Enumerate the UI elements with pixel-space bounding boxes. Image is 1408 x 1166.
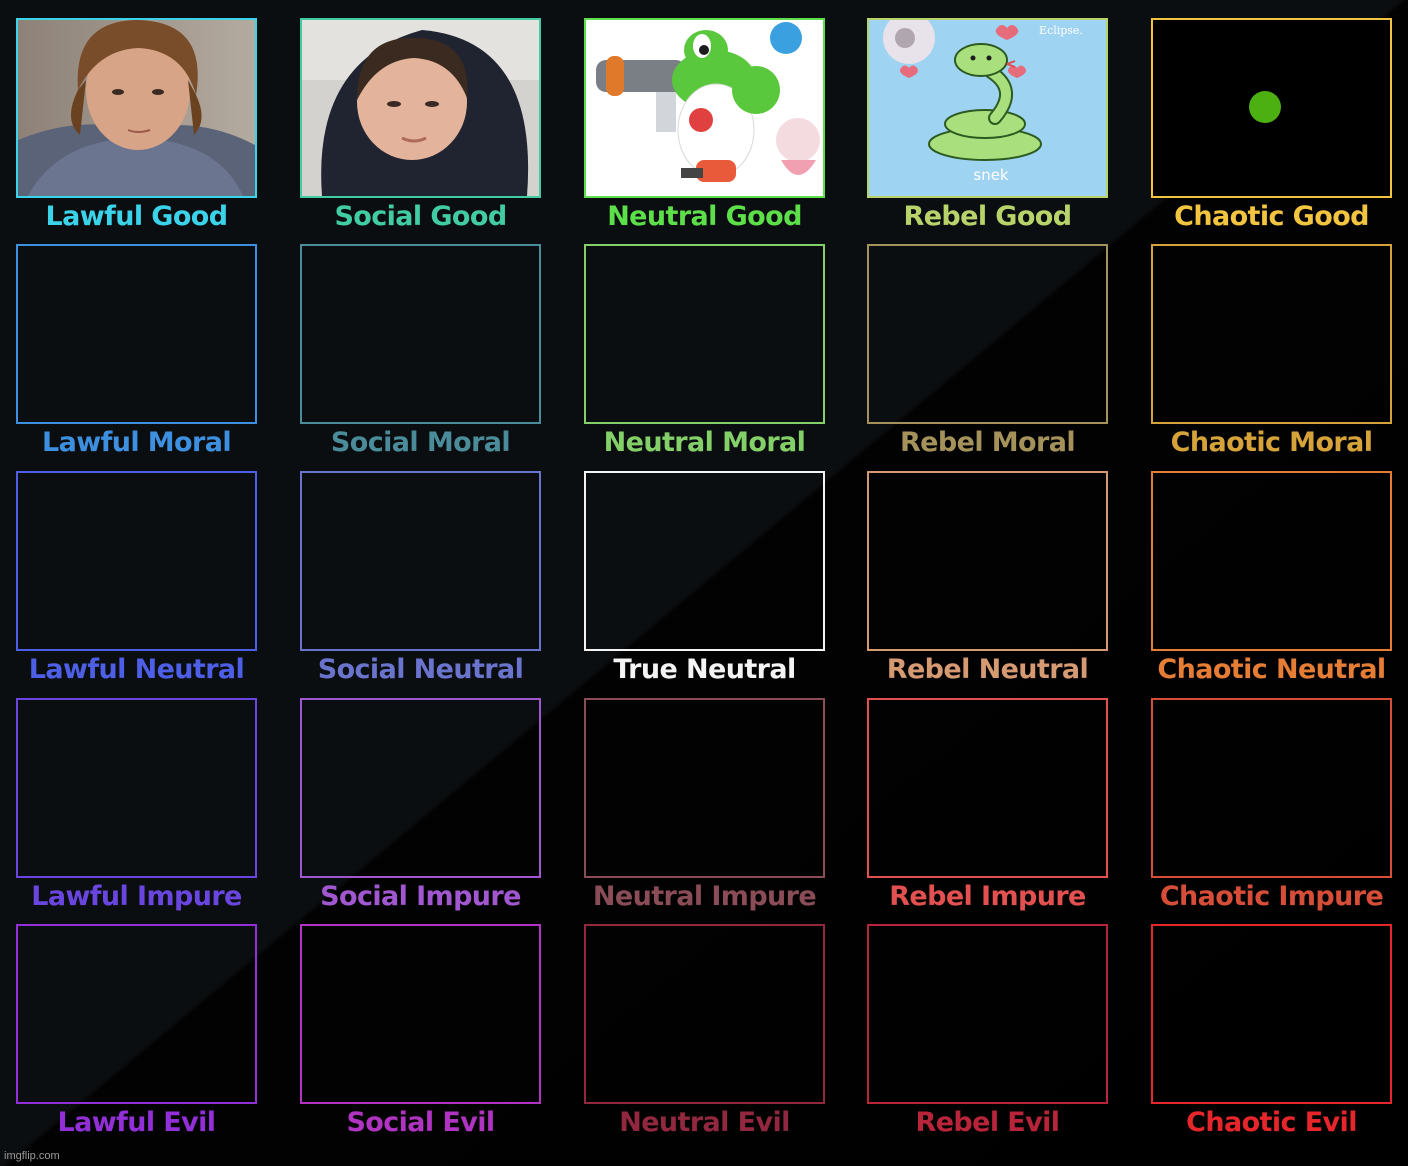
green-dot	[1153, 20, 1390, 196]
cell-neutral-evil	[584, 924, 825, 1104]
snek-drawing: Eclipse. snek	[869, 20, 1106, 196]
cell-rebel-good: Eclipse. snek	[867, 18, 1108, 198]
teen-face-photo	[18, 20, 255, 196]
label-chaotic-moral: Chaotic Moral	[1170, 427, 1373, 458]
cell-true-neutral	[584, 471, 825, 651]
cell-social-impure	[300, 698, 541, 878]
label-chaotic-impure: Chaotic Impure	[1159, 881, 1384, 912]
cell-rebel-neutral	[867, 471, 1108, 651]
cell-lawful-neutral	[16, 471, 257, 651]
cell-lawful-good	[16, 18, 257, 198]
label-lawful-evil: Lawful Evil	[57, 1107, 217, 1138]
label-chaotic-neutral: Chaotic Neutral	[1157, 654, 1386, 685]
cell-chaotic-moral	[1151, 244, 1392, 424]
label-lawful-moral: Lawful Moral	[42, 427, 232, 458]
cell-lawful-impure	[16, 698, 257, 878]
label-social-evil: Social Evil	[346, 1107, 495, 1138]
cell-social-good	[300, 18, 541, 198]
teen-hood-photo	[302, 20, 539, 196]
cell-social-neutral	[300, 471, 541, 651]
cell-rebel-moral	[867, 244, 1108, 424]
label-neutral-good: Neutral Good	[607, 201, 802, 232]
cell-social-evil	[300, 924, 541, 1104]
cell-lawful-evil	[16, 924, 257, 1104]
label-social-impure: Social Impure	[320, 881, 521, 912]
label-chaotic-evil: Chaotic Evil	[1186, 1107, 1357, 1138]
cell-rebel-impure	[867, 698, 1108, 878]
imgflip-watermark: imgflip.com	[4, 1150, 60, 1162]
label-social-neutral: Social Neutral	[317, 654, 524, 685]
label-social-good: Social Good	[334, 201, 507, 232]
snek-caption: snek	[973, 166, 1009, 184]
cell-social-moral	[300, 244, 541, 424]
label-rebel-neutral: Rebel Neutral	[886, 654, 1089, 685]
cell-chaotic-impure	[1151, 698, 1392, 878]
label-social-moral: Social Moral	[330, 427, 511, 458]
cell-neutral-good	[584, 18, 825, 198]
label-neutral-impure: Neutral Impure	[592, 881, 817, 912]
label-neutral-moral: Neutral Moral	[603, 427, 806, 458]
label-lawful-neutral: Lawful Neutral	[28, 654, 245, 685]
cell-lawful-moral	[16, 244, 257, 424]
green-dot-icon	[1249, 91, 1281, 123]
snek-title: Eclipse.	[1039, 24, 1083, 37]
label-neutral-evil: Neutral Evil	[619, 1107, 790, 1138]
label-rebel-good: Rebel Good	[903, 201, 1073, 232]
label-rebel-impure: Rebel Impure	[889, 881, 1086, 912]
yoshi-rabbid-artwork	[586, 20, 823, 196]
label-lawful-good: Lawful Good	[45, 201, 229, 232]
cell-neutral-moral	[584, 244, 825, 424]
cell-rebel-evil	[867, 924, 1108, 1104]
cell-chaotic-good	[1151, 18, 1392, 198]
label-rebel-evil: Rebel Evil	[915, 1107, 1061, 1138]
cell-chaotic-evil	[1151, 924, 1392, 1104]
cell-neutral-impure	[584, 698, 825, 878]
label-chaotic-good: Chaotic Good	[1174, 201, 1369, 232]
label-true-neutral: True Neutral	[613, 654, 796, 685]
label-rebel-moral: Rebel Moral	[899, 427, 1076, 458]
label-lawful-impure: Lawful Impure	[31, 881, 242, 912]
cell-chaotic-neutral	[1151, 471, 1392, 651]
